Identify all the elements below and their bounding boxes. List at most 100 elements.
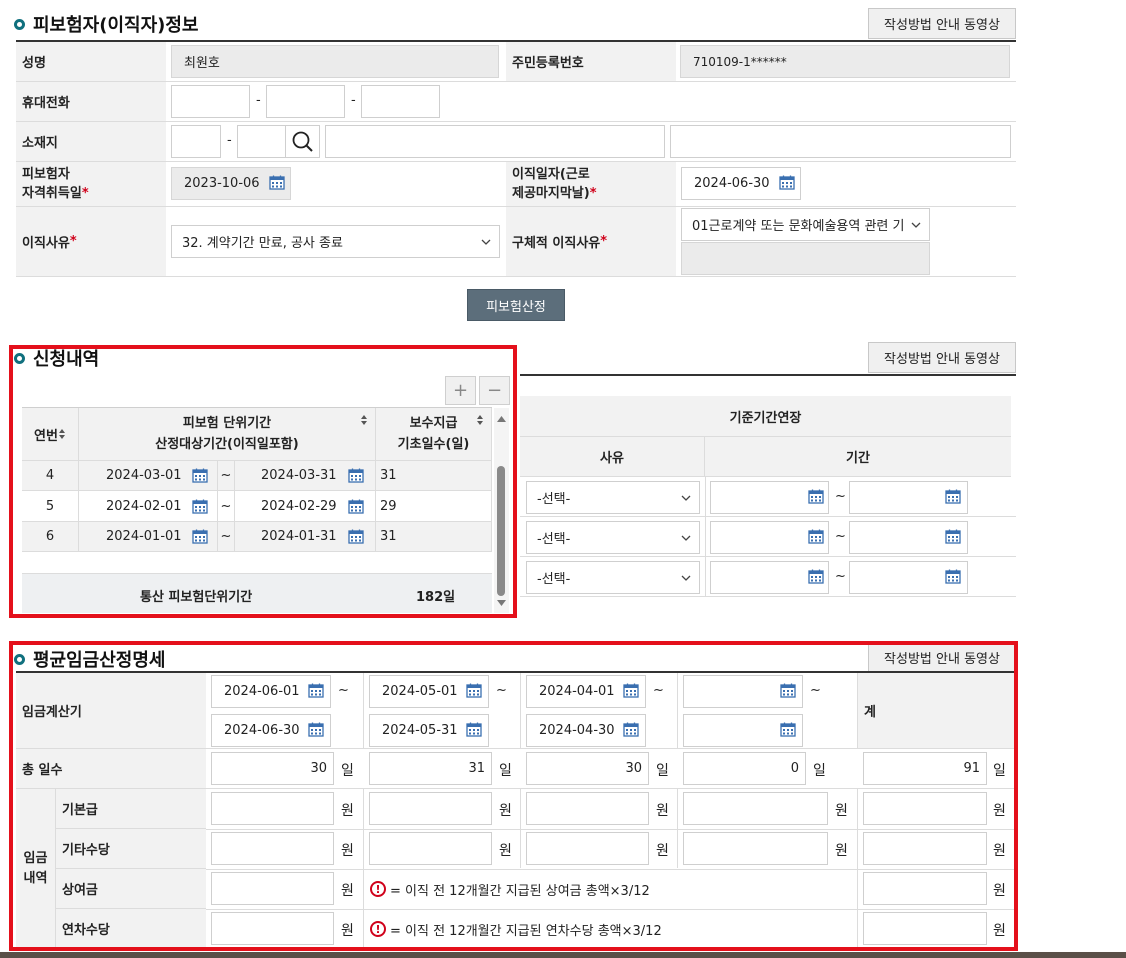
divider [206, 869, 1016, 870]
guide-video-button[interactable]: 작성방법 안내 동영상 [868, 8, 1016, 39]
wage-amount-field[interactable] [526, 832, 649, 865]
table-row-tilde: ~ [218, 491, 235, 522]
section-title-application: 신청내역 [14, 345, 99, 371]
wage-amount-field[interactable] [683, 832, 828, 865]
calendar-icon[interactable] [779, 175, 795, 190]
name-cell: 최원호 [166, 42, 506, 82]
calc-insured-button[interactable]: 피보험산정 [467, 289, 565, 321]
total-days-sum-field[interactable]: 91 [863, 752, 987, 785]
calendar-icon[interactable] [192, 468, 208, 483]
divider [705, 477, 706, 597]
wage-amount-field[interactable] [211, 832, 334, 865]
bonus-note: = 이직 전 12개월간 지급된 상여금 총액×3/12 [390, 884, 650, 899]
wage-detail-group-label: 임금 내역 [16, 789, 56, 948]
phone-field-2[interactable] [266, 85, 345, 118]
sort-icon [361, 415, 367, 425]
won-unit: 원 [993, 923, 1006, 939]
calendar-icon[interactable] [348, 468, 364, 483]
table-row-no: 4 [22, 461, 79, 491]
wage-amount-field[interactable] [526, 792, 649, 825]
phone-field-3[interactable] [361, 85, 440, 118]
won-unit: 원 [656, 843, 669, 859]
calendar-icon[interactable] [192, 529, 208, 544]
won-unit: 원 [341, 923, 354, 939]
col-header-no[interactable]: 연번 [22, 408, 79, 461]
rrn-label: 주민등록번호 [506, 42, 676, 82]
wage-total-field[interactable] [863, 912, 987, 945]
rrn-field[interactable]: 710109-1****** [680, 45, 1010, 78]
wage-amount-field[interactable] [369, 792, 492, 825]
day-unit: 일 [341, 763, 354, 779]
table-row-tilde: ~ [218, 461, 235, 491]
total-days-field[interactable]: 30 [211, 752, 334, 785]
other-allowance-label: 기타수당 [56, 829, 206, 869]
annual-leave-pay-label: 연차수당 [56, 909, 206, 948]
detail-reason-text[interactable] [681, 242, 930, 275]
calendar-icon[interactable] [623, 683, 639, 698]
wage-amount-field[interactable] [369, 832, 492, 865]
add-row-button[interactable]: + [445, 376, 476, 405]
chevron-down-icon [681, 495, 691, 501]
tilde: ~ [835, 489, 846, 504]
day-unit: 일 [656, 763, 669, 779]
name-field[interactable]: 최원호 [171, 45, 499, 78]
guide-video-button[interactable]: 작성방법 안내 동영상 [868, 342, 1016, 373]
wage-amount-field[interactable] [683, 792, 828, 825]
section-title-insured: 피보험자(이직자)정보 [14, 11, 199, 37]
zip-separator: - [227, 133, 232, 148]
wage-period-label: 임금계산기 [16, 673, 206, 749]
calendar-icon[interactable] [269, 175, 285, 190]
scroll-down-icon[interactable] [497, 600, 506, 606]
calendar-icon[interactable] [945, 489, 961, 504]
chevron-down-icon [681, 575, 691, 581]
grid-scrollbar[interactable] [494, 408, 509, 613]
phone-field-1[interactable] [171, 85, 250, 118]
address-field-2[interactable] [670, 125, 1011, 158]
calendar-icon[interactable] [780, 722, 796, 737]
total-days-field[interactable]: 30 [526, 752, 649, 785]
calendar-icon[interactable] [808, 529, 824, 544]
reason-select[interactable]: 32. 계약기간 만료, 공사 종료 [171, 225, 500, 258]
zip-search-button[interactable] [285, 125, 320, 158]
guide-video-button[interactable]: 작성방법 안내 동영상 [868, 642, 1016, 673]
tilde: ~ [835, 569, 846, 584]
calendar-icon[interactable] [945, 529, 961, 544]
wage-total-field[interactable] [863, 872, 987, 905]
calendar-icon[interactable] [808, 569, 824, 584]
extension-reason-select[interactable]: -선택- [526, 481, 700, 514]
col-header-days[interactable]: 보수지급 기초일수(일) [376, 408, 492, 461]
warning-icon: ! [370, 881, 386, 897]
calendar-icon[interactable] [308, 683, 324, 698]
table-top-border [520, 374, 1016, 376]
calendar-icon[interactable] [308, 722, 324, 737]
calendar-icon[interactable] [945, 569, 961, 584]
address-field-1[interactable] [325, 125, 665, 158]
zip-field-2[interactable] [237, 125, 287, 158]
calendar-icon[interactable] [192, 499, 208, 514]
calendar-icon[interactable] [623, 722, 639, 737]
calendar-icon[interactable] [348, 529, 364, 544]
wage-total-field[interactable] [863, 792, 987, 825]
calendar-icon[interactable] [780, 683, 796, 698]
wage-amount-field[interactable] [211, 792, 334, 825]
extension-reason-select[interactable]: -선택- [526, 521, 700, 554]
total-days-field[interactable]: 31 [369, 752, 492, 785]
extension-reason-select[interactable]: -선택- [526, 561, 700, 594]
period-from-value: 2024-06-01 [224, 684, 300, 699]
zip-field-1[interactable] [171, 125, 221, 158]
total-days-field[interactable]: 0 [683, 752, 806, 785]
wage-amount-field[interactable] [211, 872, 334, 905]
col-header-period[interactable]: 피보험 단위기간 산정대상기간(이직일포함) [79, 408, 376, 461]
bullet-icon [14, 653, 25, 665]
calendar-icon[interactable] [808, 489, 824, 504]
won-unit: 원 [993, 803, 1006, 819]
wage-amount-field[interactable] [211, 912, 334, 945]
scroll-thumb[interactable] [497, 466, 505, 596]
scroll-up-icon[interactable] [497, 416, 506, 422]
calendar-icon[interactable] [466, 722, 482, 737]
calendar-icon[interactable] [348, 499, 364, 514]
calendar-icon[interactable] [466, 683, 482, 698]
remove-row-button[interactable]: − [479, 376, 510, 405]
detail-reason-select[interactable]: 01근로계약 또는 문화예술용역 관련 기 [681, 208, 930, 241]
wage-total-field[interactable] [863, 832, 987, 865]
